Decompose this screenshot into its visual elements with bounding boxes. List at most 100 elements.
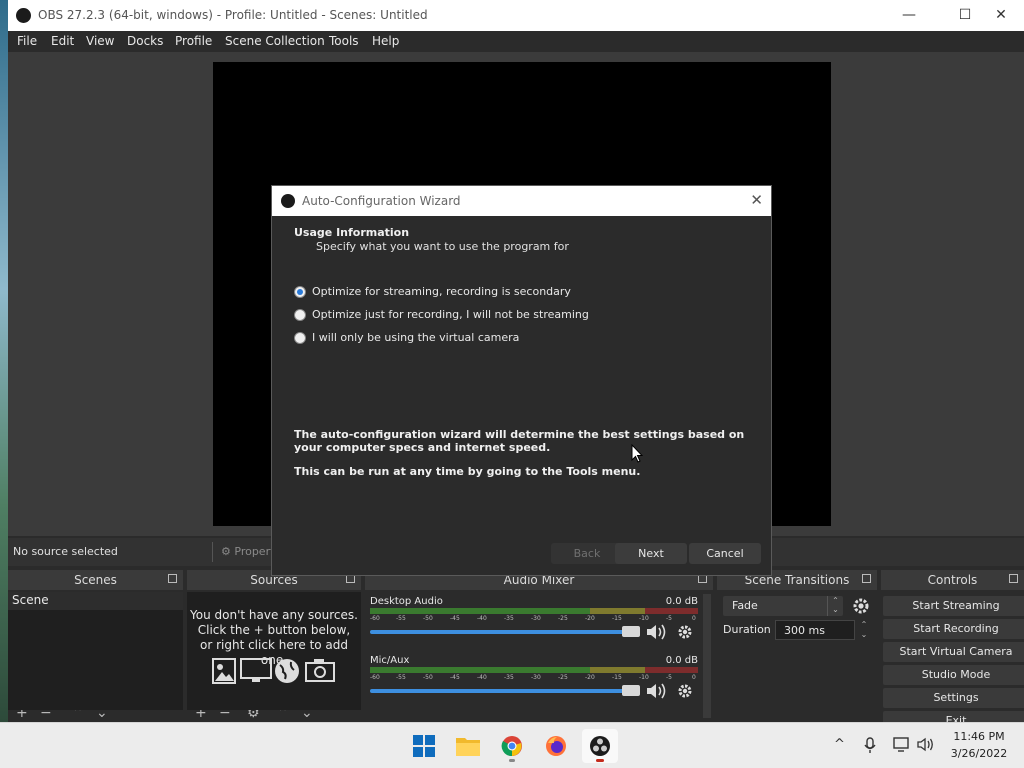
- auto-config-wizard-dialog: Auto-Configuration Wizard ✕ Usage Inform…: [271, 185, 772, 576]
- volume-icon[interactable]: [917, 737, 935, 752]
- chrome-taskbar-button[interactable]: [494, 729, 530, 763]
- option-label[interactable]: I will only be using the virtual camera: [312, 331, 519, 344]
- sources-dock: Sources You don't have any sources. Clic…: [187, 570, 361, 722]
- add-scene-icon[interactable]: +: [16, 710, 28, 721]
- start-button[interactable]: [406, 729, 442, 763]
- exit-button[interactable]: Exit: [883, 711, 1024, 722]
- speaker-icon[interactable]: [646, 682, 668, 700]
- volume-slider-handle[interactable]: [622, 685, 640, 696]
- menu-scene-collection[interactable]: Scene Collection: [225, 34, 325, 48]
- desktop-background: [0, 0, 8, 722]
- speaker-icon[interactable]: [646, 623, 668, 641]
- scenes-dock-title: Scenes: [8, 570, 183, 590]
- transitions-body: Fade ⌃ ⌄ Duration 300 ms ⌃ ⌄: [717, 592, 877, 722]
- scenes-list[interactable]: Scene: [8, 592, 183, 722]
- radio-checked-icon[interactable]: [294, 286, 306, 298]
- volume-slider[interactable]: [370, 630, 638, 634]
- move-down-icon[interactable]: ⌄: [96, 710, 108, 721]
- chevron-updown-icon[interactable]: ⌃ ⌄: [827, 596, 843, 616]
- menu-help[interactable]: Help: [372, 34, 399, 48]
- scenes-dock: Scenes Scene + − ⌃ ⌄: [8, 570, 183, 722]
- sources-footer: + − ⚙ ⌃ ⌄: [187, 710, 361, 722]
- scene-list-item[interactable]: Scene: [8, 592, 183, 610]
- add-source-icon[interactable]: +: [195, 710, 207, 721]
- radio-unchecked-icon[interactable]: [294, 332, 306, 344]
- transition-select[interactable]: Fade ⌃ ⌄: [723, 596, 843, 616]
- controls-dock: Controls Start Streaming Start Recording…: [881, 570, 1024, 722]
- network-icon[interactable]: [893, 737, 911, 752]
- sources-list[interactable]: You don't have any sources. Click the + …: [187, 592, 361, 722]
- controls-body: Start Streaming Start Recording Start Vi…: [881, 592, 1024, 722]
- mouse-cursor-icon: [631, 444, 643, 463]
- minimize-button[interactable]: —: [886, 0, 932, 31]
- usage-information-subheading: Specify what you want to use the program…: [316, 240, 569, 253]
- option-label[interactable]: Optimize just for recording, I will not …: [312, 308, 589, 321]
- file-explorer-taskbar-button[interactable]: [450, 729, 486, 763]
- dialog-close-button[interactable]: ✕: [750, 191, 763, 209]
- volume-slider[interactable]: [370, 689, 638, 693]
- menu-file[interactable]: File: [17, 34, 37, 48]
- duration-label: Duration: [723, 623, 771, 636]
- cancel-button[interactable]: Cancel: [689, 543, 761, 564]
- back-button[interactable]: Back: [551, 543, 623, 564]
- menu-docks[interactable]: Docks: [127, 34, 163, 48]
- clock-date[interactable]: 3/26/2022: [944, 747, 1014, 760]
- duration-stepper[interactable]: ⌃ ⌄: [857, 620, 871, 640]
- dock-float-icon[interactable]: [862, 574, 871, 583]
- studio-mode-button[interactable]: Studio Mode: [883, 665, 1024, 685]
- firefox-taskbar-button[interactable]: [538, 729, 574, 763]
- controls-title: Controls: [881, 570, 1024, 590]
- source-settings-icon[interactable]: ⚙: [247, 710, 260, 721]
- gear-icon[interactable]: [676, 623, 694, 641]
- dock-float-icon[interactable]: [1009, 574, 1018, 583]
- next-button[interactable]: Next: [615, 543, 687, 564]
- clock-time[interactable]: 11:46 PM: [944, 730, 1014, 743]
- browser-source-icon: [275, 659, 299, 683]
- channel-name: Mic/Aux: [370, 655, 410, 666]
- mixer-channel-mic-aux: Mic/Aux 0.0 dB -60 -55 -50 -45 -40 -35 -30 -25-…: [370, 655, 698, 713]
- move-down-icon[interactable]: ⌄: [301, 710, 313, 721]
- channel-db: 0.0 dB: [665, 655, 698, 666]
- start-recording-button[interactable]: Start Recording: [883, 619, 1024, 639]
- volume-meter: [370, 667, 698, 673]
- channel-db: 0.0 dB: [665, 596, 698, 607]
- radio-unchecked-icon[interactable]: [294, 309, 306, 321]
- start-virtual-camera-button[interactable]: Start Virtual Camera: [883, 642, 1024, 662]
- channel-name: Desktop Audio: [370, 596, 443, 607]
- microphone-icon[interactable]: [864, 737, 876, 754]
- start-streaming-button[interactable]: Start Streaming: [883, 596, 1024, 616]
- obs-logo-icon: [281, 194, 295, 208]
- gear-icon: ⚙: [221, 545, 231, 558]
- remove-source-icon[interactable]: −: [219, 710, 231, 721]
- audio-mixer-dock: Audio Mixer Desktop Audio 0.0 dB -60 -55-…: [365, 570, 713, 722]
- close-window-button[interactable]: ✕: [978, 0, 1024, 31]
- window-titlebar: OBS 27.2.3 (64-bit, windows) - Profile: …: [8, 0, 1024, 31]
- move-up-icon[interactable]: ⌃: [277, 710, 289, 721]
- obs-taskbar-button[interactable]: [582, 729, 618, 763]
- gear-icon[interactable]: [676, 682, 694, 700]
- volume-slider-handle[interactable]: [622, 626, 640, 637]
- usage-information-heading: Usage Information: [294, 226, 410, 239]
- menu-profile[interactable]: Profile: [175, 34, 212, 48]
- menu-view[interactable]: View: [86, 34, 114, 48]
- image-source-icon: [212, 658, 236, 684]
- duration-input[interactable]: 300 ms: [775, 620, 855, 640]
- dialog-title: Auto-Configuration Wizard: [302, 194, 461, 208]
- mixer-scrollbar[interactable]: [703, 594, 711, 718]
- windows-start-icon: [413, 735, 435, 757]
- gear-icon[interactable]: [851, 596, 871, 616]
- tray-overflow-chevron-icon[interactable]: ^: [834, 737, 845, 752]
- menu-tools[interactable]: Tools: [329, 34, 359, 48]
- settings-button[interactable]: Settings: [883, 688, 1024, 708]
- menu-edit[interactable]: Edit: [51, 34, 74, 48]
- dock-float-icon[interactable]: [168, 574, 177, 583]
- move-up-icon[interactable]: ⌃: [72, 710, 84, 721]
- scene-transitions-dock: Scene Transitions Fade ⌃ ⌄ Duration 300 m…: [717, 570, 877, 722]
- window-title: OBS 27.2.3 (64-bit, windows) - Profile: …: [38, 8, 428, 22]
- obs-logo-icon: [16, 8, 31, 23]
- volume-meter: [370, 608, 698, 614]
- mixer-channel-desktop-audio: Desktop Audio 0.0 dB -60 -55 -50 -45 -40 -35-…: [370, 596, 698, 654]
- option-label[interactable]: Optimize for streaming, recording is sec…: [312, 285, 571, 298]
- remove-scene-icon[interactable]: −: [40, 710, 52, 721]
- properties-label: Propert: [234, 545, 275, 558]
